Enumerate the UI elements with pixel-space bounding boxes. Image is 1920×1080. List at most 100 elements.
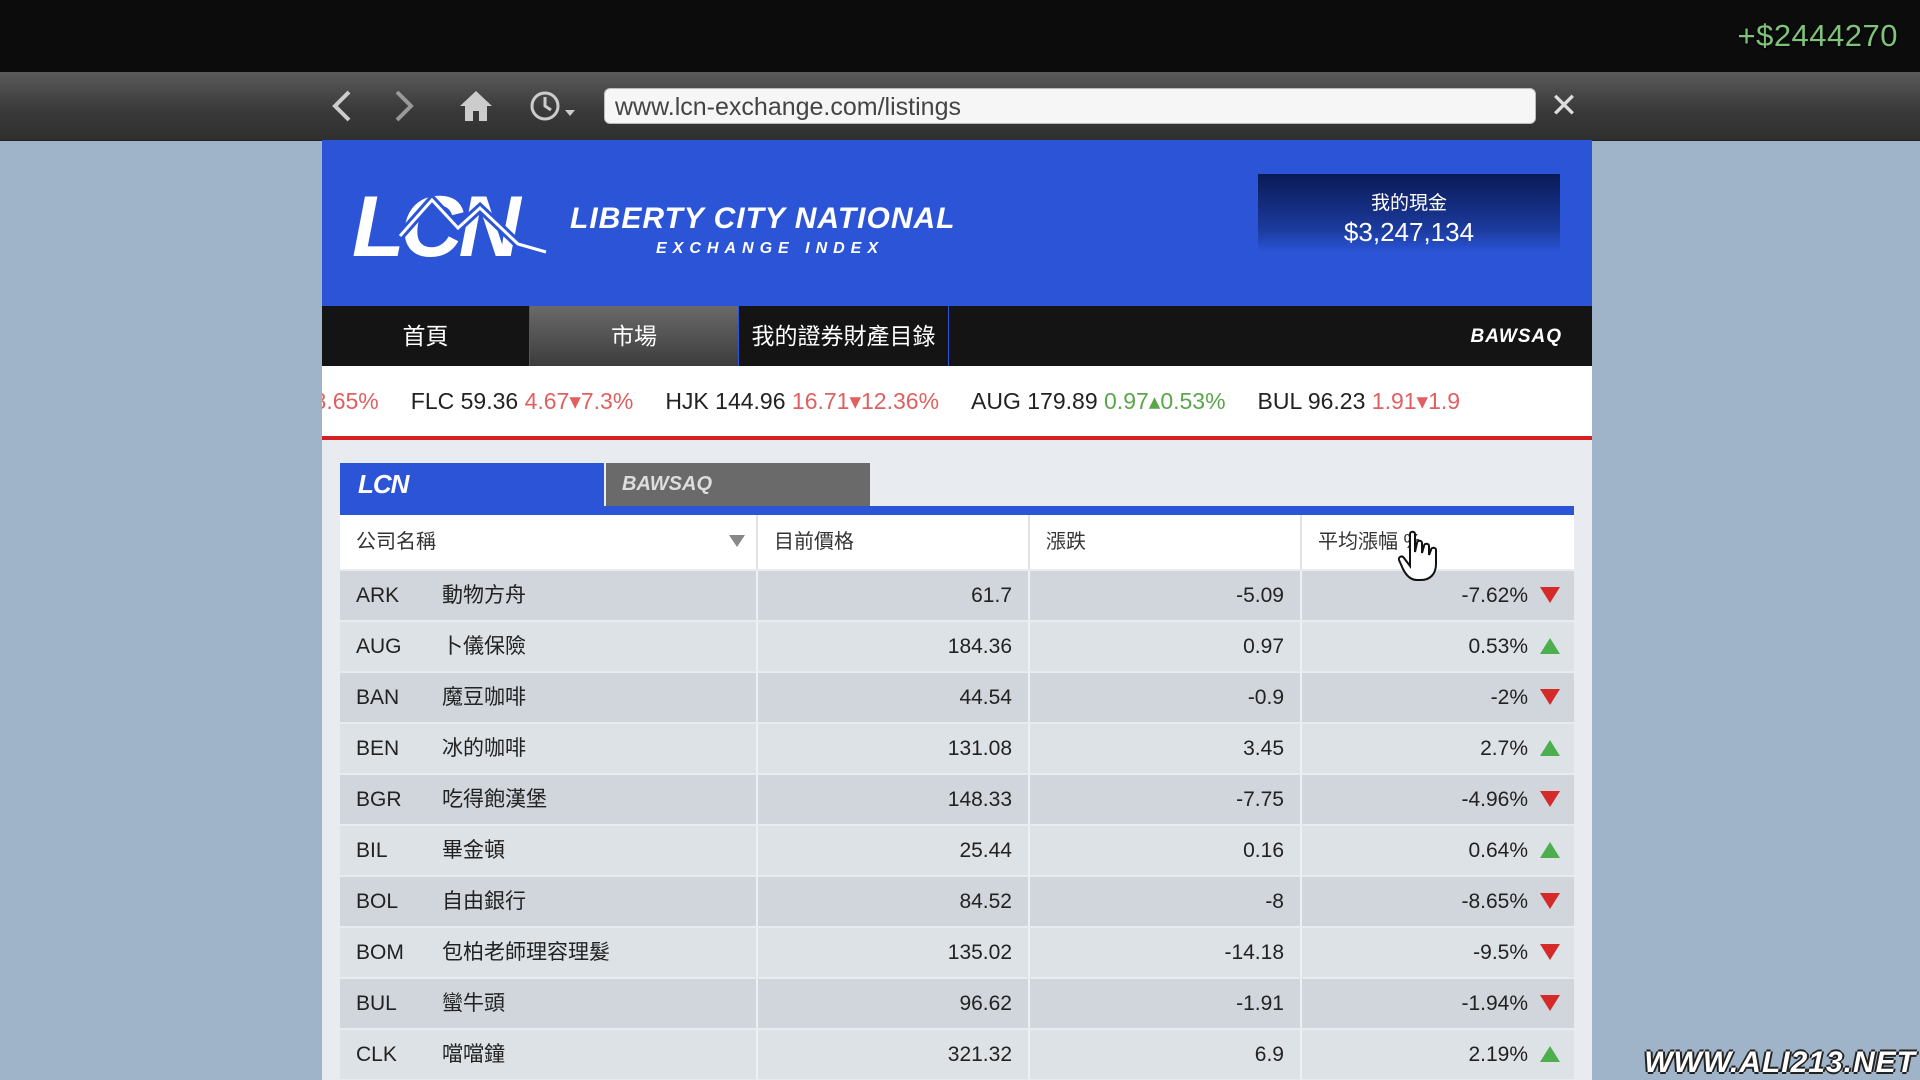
table-row[interactable]: BEN 冰的咖啡 131.08 3.45 2.7% — [340, 724, 1574, 773]
tab-bawsaq[interactable]: BAWSAQ — [606, 463, 870, 506]
table-row[interactable]: CLK 噹噹鐘 321.32 6.9 2.19% — [340, 1030, 1574, 1079]
change-cell: -7.75 — [1030, 775, 1302, 824]
ticker-item: FLC 59.36 4.67▾7.3% — [411, 388, 634, 414]
site-menu: 首頁 市場 我的證券財產目錄 BAWSAQ — [322, 306, 1592, 366]
up-arrow-icon — [1540, 740, 1560, 756]
table-row[interactable]: BUL 蠻牛頭 96.62 -1.91 -1.94% — [340, 979, 1574, 1028]
stock-ticker: ▾8.65% FLC 59.36 4.67▾7.3% HJK 144.96 16.7… — [322, 366, 1592, 440]
ticker-symbol: AUG — [971, 388, 1021, 414]
menu-home[interactable]: 首頁 — [322, 306, 530, 366]
avg-change-cell: -2% — [1302, 673, 1574, 722]
change-cell: -8 — [1030, 877, 1302, 926]
down-arrow-icon — [1540, 944, 1560, 960]
exchange-tabs: LCN BAWSAQ — [340, 463, 1574, 515]
avg-change-value: -8.65% — [1461, 890, 1528, 913]
player-money: +$2444270 — [1737, 18, 1898, 53]
history-icon[interactable] — [528, 86, 578, 126]
ticker-content: ▾8.65% FLC 59.36 4.67▾7.3% HJK 144.96 16.7… — [322, 388, 1492, 415]
avg-change-cell: -9.5% — [1302, 928, 1574, 977]
price-cell: 184.36 — [758, 622, 1030, 671]
ticker-percent: 1.9 — [1428, 388, 1461, 414]
company-cell: BAN 魔豆咖啡 — [340, 673, 758, 722]
price-cell: 148.33 — [758, 775, 1030, 824]
change-cell: 3.45 — [1030, 724, 1302, 773]
company-cell: ARK 動物方舟 — [340, 571, 758, 620]
header-company[interactable]: 公司名稱 — [340, 515, 758, 569]
company-cell: BOM 包柏老師理容理髮 — [340, 928, 758, 977]
site-title: LIBERTY CITY NATIONAL — [570, 202, 956, 235]
company-code: BOL — [356, 890, 399, 913]
avg-change-value: 0.53% — [1468, 635, 1528, 658]
table-body: ARK 動物方舟 61.7 -5.09 -7.62% AUG 卜儀保險 184.36 0.97 0… — [340, 571, 1574, 1079]
ticker-symbol: BUL — [1257, 388, 1302, 414]
ticker-symbol: FLC — [410, 388, 455, 414]
change-cell: 0.97 — [1030, 622, 1302, 671]
forward-icon[interactable] — [384, 86, 424, 126]
home-icon[interactable] — [456, 86, 496, 126]
ticker-price: 96.23 — [1307, 388, 1366, 414]
company-name: 噹噹鐘 — [442, 1043, 505, 1066]
table-row[interactable]: AUG 卜儀保險 184.36 0.97 0.53% — [340, 622, 1574, 671]
change-cell: 0.16 — [1030, 826, 1302, 875]
price-cell: 25.44 — [758, 826, 1030, 875]
sort-down-icon[interactable] — [728, 534, 746, 548]
menu-market[interactable]: 市場 — [530, 306, 739, 366]
company-code: ARK — [356, 584, 400, 607]
price-cell: 61.7 — [758, 571, 1030, 620]
down-arrow-icon — [1540, 587, 1560, 603]
avg-change-value: 2.7% — [1480, 737, 1528, 760]
company-code: BIL — [356, 839, 388, 862]
tab-lcn[interactable]: LCN — [340, 463, 604, 506]
table-row[interactable]: BOM 包柏老師理容理髮 135.02 -14.18 -9.5% — [340, 928, 1574, 977]
ticker-price: 59.36 — [460, 388, 519, 414]
table-row[interactable]: BAN 魔豆咖啡 44.54 -0.9 -2% — [340, 673, 1574, 722]
ticker-down-arrow-icon: ▾ — [569, 388, 581, 414]
ticker-change: 1.91 — [1371, 388, 1417, 414]
table-row[interactable]: BOL 自由銀行 84.52 -8 -8.65% — [340, 877, 1574, 926]
ticker-symbol: HJK — [665, 388, 709, 414]
ticker-change: 0.97 — [1104, 388, 1149, 414]
avg-change-value: -9.5% — [1473, 941, 1528, 964]
ticker-percent: 12.36% — [861, 388, 940, 414]
header-avg-change[interactable]: 平均漲幅 % — [1302, 515, 1574, 569]
lcn-logo-graphic: LCN — [352, 179, 548, 268]
back-icon[interactable] — [322, 86, 362, 126]
ticker-down-arrow-icon: ▾ — [849, 388, 862, 414]
table-row[interactable]: ARK 動物方舟 61.7 -5.09 -7.62% — [340, 571, 1574, 620]
cash-box: 我的現金 $3,247,134 — [1258, 174, 1560, 252]
avg-change-value: 0.64% — [1468, 839, 1528, 862]
up-arrow-icon — [1540, 842, 1560, 858]
company-code: BGR — [356, 788, 402, 811]
ticker-item: BUL 96.23 1.91▾1.9 — [1258, 388, 1461, 414]
menu-portfolio[interactable]: 我的證券財產目錄 — [739, 306, 949, 366]
cash-label: 我的現金 — [1370, 193, 1447, 214]
header-price[interactable]: 目前價格 — [758, 515, 1030, 569]
url-field[interactable]: www.lcn-exchange.com/listings — [604, 88, 1536, 124]
table-row[interactable]: BGR 吃得飽漢堡 148.33 -7.75 -4.96% — [340, 775, 1574, 824]
price-cell: 131.08 — [758, 724, 1030, 773]
avg-change-cell: 0.53% — [1302, 622, 1574, 671]
header-company-label: 公司名稱 — [356, 531, 436, 553]
company-cell: BGR 吃得飽漢堡 — [340, 775, 758, 824]
ticker-percent: 0.53% — [1160, 388, 1226, 414]
close-icon[interactable]: ✕ — [1548, 89, 1580, 123]
ticker-down-arrow-icon: ▾ — [1416, 388, 1429, 414]
ticker-item: HJK 144.96 16.71▾12.36% — [665, 388, 939, 414]
price-cell: 84.52 — [758, 877, 1030, 926]
company-name: 自由銀行 — [442, 890, 526, 913]
ticker-up-arrow-icon: ▴ — [1148, 388, 1161, 414]
bawsaq-logo[interactable]: BAWSAQ — [1471, 326, 1563, 348]
avg-change-cell: -8.65% — [1302, 877, 1574, 926]
avg-change-cell: -4.96% — [1302, 775, 1574, 824]
hand-cursor-icon — [1398, 530, 1437, 581]
site-header: LCN LIBERTY CITY NATIONAL EXCHANGE INDEX… — [322, 140, 1592, 306]
header-change[interactable]: 漲跌 — [1030, 515, 1302, 569]
avg-change-value: -2% — [1490, 686, 1528, 709]
company-code: BEN — [356, 737, 400, 760]
company-code: AUG — [356, 635, 402, 658]
tab-underline — [340, 506, 1574, 515]
down-arrow-icon — [1540, 689, 1560, 705]
price-cell: 135.02 — [758, 928, 1030, 977]
ticker-fragment: ▾8.65% — [322, 388, 379, 414]
table-row[interactable]: BIL 畢金頓 25.44 0.16 0.64% — [340, 826, 1574, 875]
